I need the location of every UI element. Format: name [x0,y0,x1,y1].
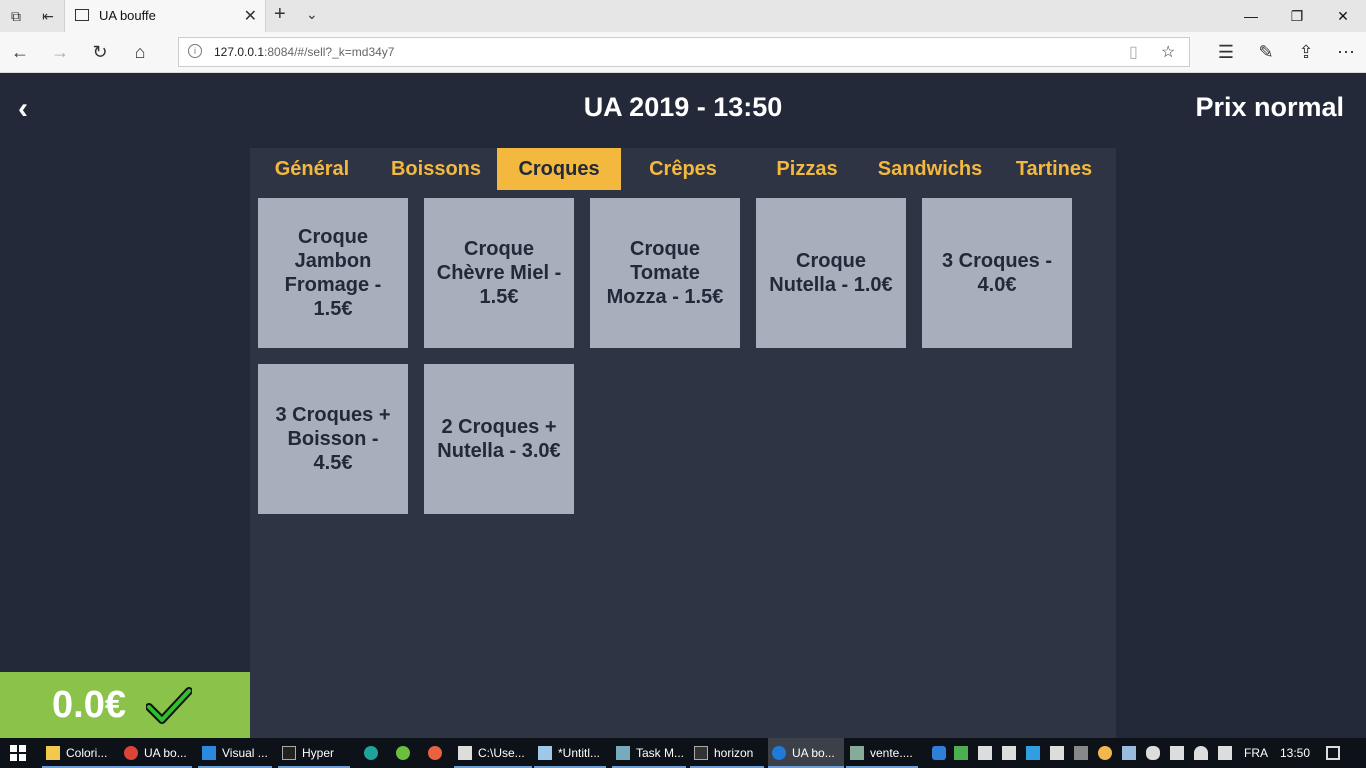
taskbar-item[interactable]: Visual ... [198,738,272,768]
app-icon[interactable] [954,746,968,760]
total-amount: 0.0€ [52,684,126,726]
product-tile[interactable]: Croque Nutella - 1.0€ [756,198,906,348]
product-tile[interactable]: Croque Tomate Mozza - 1.5€ [590,198,740,348]
product-tile[interactable]: 3 Croques - 4.0€ [922,198,1072,348]
app-icon [850,746,864,760]
terminal-icon [282,746,296,760]
share-icon[interactable]: ⇪ [1294,40,1318,64]
tab-pizzas[interactable]: Pizzas [745,148,869,190]
folder-icon [46,746,60,760]
taskbar-item[interactable]: *Untitl... [534,738,606,768]
app-back-button[interactable]: ‹ [18,92,40,126]
app-icon[interactable] [428,746,442,760]
tab-tartines[interactable]: Tartines [992,148,1116,190]
volume-icon[interactable] [1218,746,1232,760]
app-icon[interactable] [1002,746,1016,760]
tab-actions-icon[interactable]: ⧉ [6,6,26,26]
windows-start-icon[interactable] [10,745,26,761]
tab-general[interactable]: Général [250,148,374,190]
back-icon[interactable]: ← [8,40,32,64]
cloud-icon[interactable] [1146,746,1160,760]
category-tabs: Général Boissons Croques Crêpes Pizzas S… [250,148,1116,190]
edge-icon [772,746,786,760]
restore-icon[interactable]: ❐ [1274,4,1320,28]
clock[interactable]: 13:50 [1280,738,1310,768]
language-indicator[interactable]: FRA [1244,738,1268,768]
tab-croques[interactable]: Croques [497,148,621,190]
battery-icon[interactable] [1170,746,1184,760]
notepad-icon [538,746,552,760]
favorite-star-icon[interactable]: ☆ [1161,42,1175,62]
7zip-icon [458,746,472,760]
more-icon[interactable]: ⋯ [1334,40,1358,64]
pen-icon[interactable]: ✎ [1254,40,1278,64]
tab-close-icon[interactable]: ✕ [244,6,257,26]
product-tile[interactable]: Croque Chèvre Miel - 1.5€ [424,198,574,348]
windows-taskbar: Colori... UA bo... Visual ... Hyper C:\U… [0,738,1366,768]
address-bar[interactable]: i 127.0.0.1:8084/#/sell?_k=md34y7 ▯ ☆ [178,37,1190,67]
app-icon[interactable] [1026,746,1040,760]
site-info-icon[interactable]: i [188,44,202,58]
taskbar-item[interactable]: Task M... [612,738,686,768]
tab-boissons[interactable]: Boissons [374,148,498,190]
home-icon[interactable]: ⌂ [128,40,152,64]
checkmark-icon [146,687,192,724]
taskbar-item[interactable]: vente.... [846,738,918,768]
app-icon[interactable] [364,746,378,760]
reading-view-icon[interactable]: ▯ [1129,42,1138,62]
app-icon[interactable] [1074,746,1088,760]
browser-tab[interactable]: UA bouffe ✕ [64,0,266,32]
product-tile[interactable]: Croque Jambon Fromage - 1.5€ [258,198,408,348]
taskbar-item[interactable]: horizon [690,738,764,768]
forward-icon[interactable]: → [48,40,72,64]
minimize-icon[interactable]: — [1228,4,1274,28]
product-tile[interactable]: 3 Croques + Boisson - 4.5€ [258,364,408,514]
page-icon [75,9,89,21]
taskbar-item[interactable]: Colori... [42,738,120,768]
set-aside-tabs-icon[interactable]: ⇤ [38,6,58,26]
product-tile[interactable]: 2 Croques + Nutella - 3.0€ [424,364,574,514]
taskbar-item[interactable]: Hyper [278,738,350,768]
app-icon[interactable] [978,746,992,760]
action-center-icon[interactable] [1326,746,1340,760]
page-title: UA 2019 - 13:50 [583,92,783,122]
new-tab-icon[interactable]: + [274,3,286,26]
bluetooth-icon[interactable] [932,746,946,760]
task-manager-icon [616,746,630,760]
total-validate-button[interactable]: 0.0€ [0,672,250,740]
url-text[interactable]: 127.0.0.1:8084/#/sell?_k=md34y7 [214,45,394,59]
tab-list-icon[interactable]: ⌄ [306,6,318,23]
app-icon[interactable] [1098,746,1112,760]
tab-title: UA bouffe [99,8,156,23]
browser-navbar: ← → ↻ ⌂ i 127.0.0.1:8084/#/sell?_k=md34y… [0,32,1366,73]
tab-sandwichs[interactable]: Sandwichs [868,148,992,190]
taskbar-item[interactable]: UA bo... [768,738,844,768]
console-icon [694,746,708,760]
products-panel: Général Boissons Croques Crêpes Pizzas S… [250,148,1116,740]
app-icon[interactable] [396,746,410,760]
browser-titlebar: ⧉ ⇤ UA bouffe ✕ + ⌄ — ❐ ✕ [0,0,1366,32]
taskbar-item[interactable]: C:\Use... [454,738,532,768]
favorites-hub-icon[interactable]: ☰ [1214,40,1238,64]
tab-crepes[interactable]: Crêpes [621,148,745,190]
app-icon[interactable] [1050,746,1064,760]
vscode-icon [202,746,216,760]
app-icon[interactable] [1122,746,1136,760]
wifi-icon[interactable] [1194,746,1208,760]
price-mode-label[interactable]: Prix normal [1195,92,1344,123]
taskbar-item[interactable]: UA bo... [120,738,192,768]
chrome-icon [124,746,138,760]
close-icon[interactable]: ✕ [1320,4,1366,28]
refresh-icon[interactable]: ↻ [88,40,112,64]
